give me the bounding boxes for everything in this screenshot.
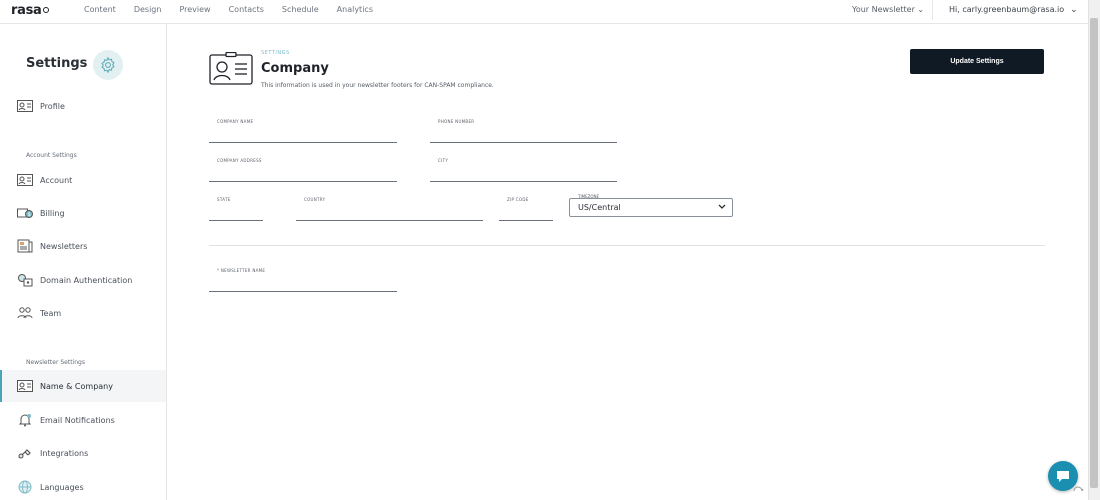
page-title: Company <box>261 61 329 76</box>
sidebar-item-profile[interactable]: Profile <box>0 90 166 122</box>
newsletter-name-field: * NEWSLETTER NAME <box>209 268 397 292</box>
id-card-icon <box>17 99 33 113</box>
city-field: CITY <box>430 158 617 182</box>
top-nav: Content Design Preview Contacts Schedule… <box>84 0 391 20</box>
state-input[interactable] <box>209 197 263 220</box>
globe-icon <box>17 480 33 494</box>
nav-preview[interactable]: Preview <box>179 1 210 19</box>
company-name-input[interactable] <box>209 119 397 142</box>
sidebar-title: Settings <box>26 56 88 71</box>
sidebar-item-label: Billing <box>40 208 65 218</box>
id-card-icon <box>17 379 33 393</box>
zip-code-field: ZIP CODE <box>499 197 553 221</box>
chevron-down-icon <box>718 203 726 212</box>
sidebar-item-label: Team <box>40 308 62 318</box>
sidebar-item-name-company[interactable]: Name & Company <box>0 370 166 402</box>
team-icon <box>17 306 33 320</box>
newsletter-name-input[interactable] <box>209 268 397 291</box>
sidebar-item-integrations[interactable]: Integrations <box>0 437 166 469</box>
sidebar-item-label: Email Notifications <box>40 415 115 425</box>
nav-contacts[interactable]: Contacts <box>229 1 264 19</box>
sidebar-item-billing[interactable]: $ Billing <box>0 197 166 229</box>
phone-number-field: PHONE NUMBER <box>430 119 617 143</box>
billing-icon: $ <box>17 206 33 220</box>
sidebar-item-languages[interactable]: Languages <box>0 471 166 500</box>
id-card-icon <box>17 173 33 187</box>
user-greeting: Hi, carly.greenbaum@rasa.io <box>949 5 1065 14</box>
timezone-select[interactable]: US/Central <box>569 198 733 217</box>
settings-sidebar: Settings Profile Account Settings Accoun… <box>0 24 167 500</box>
company-address-field: COMPANY ADDRESS <box>209 158 397 182</box>
sidebar-item-domain-authentication[interactable]: Domain Authentication <box>0 264 166 296</box>
top-bar: rasa Content Design Preview Contacts Sch… <box>0 0 1088 24</box>
notification-bell-icon <box>17 413 33 427</box>
sidebar-item-label: Domain Authentication <box>40 275 133 285</box>
nav-design[interactable]: Design <box>134 1 162 19</box>
sidebar-item-team[interactable]: Team <box>0 297 166 329</box>
nav-content[interactable]: Content <box>84 1 116 19</box>
rasa-logo[interactable]: rasa <box>11 3 49 18</box>
sidebar-item-label: Languages <box>40 482 84 492</box>
newsletter-icon <box>17 239 33 253</box>
nav-analytics[interactable]: Analytics <box>337 1 373 19</box>
phone-number-input[interactable] <box>430 119 617 142</box>
domain-auth-icon <box>17 273 33 287</box>
svg-text:$: $ <box>28 212 31 218</box>
gear-icon <box>93 50 123 80</box>
header-divider <box>932 0 933 20</box>
country-input[interactable] <box>296 197 483 220</box>
newsletter-selector[interactable]: Your Newsletter ⌄ <box>852 5 924 14</box>
country-field: COUNTRY <box>296 197 483 221</box>
page-description: This information is used in your newslet… <box>261 82 494 89</box>
state-field: STATE <box>209 197 263 221</box>
chevron-down-icon: ⌄ <box>1070 5 1078 15</box>
sidebar-item-label: Account <box>40 175 73 185</box>
city-input[interactable] <box>430 158 617 181</box>
company-address-input[interactable] <box>209 158 397 181</box>
user-menu[interactable]: Hi, carly.greenbaum@rasa.io ⌄ <box>949 5 1078 15</box>
timezone-value: US/Central <box>578 203 621 212</box>
integrations-icon <box>17 446 33 460</box>
update-settings-button[interactable]: Update Settings <box>910 49 1044 74</box>
scrollbar-thumb[interactable] <box>1090 18 1098 488</box>
page-kicker: SETTINGS <box>261 50 290 56</box>
sidebar-item-label: Profile <box>40 101 65 111</box>
zip-code-input[interactable] <box>499 197 553 220</box>
sidebar-item-label: Newsletters <box>40 241 88 251</box>
nav-schedule[interactable]: Schedule <box>282 1 319 19</box>
sidebar-item-label: Integrations <box>40 448 89 458</box>
section-divider <box>209 245 1045 246</box>
company-name-field: COMPANY NAME <box>209 119 397 143</box>
company-card-icon <box>209 51 253 86</box>
sidebar-item-newsletters[interactable]: Newsletters <box>0 230 166 262</box>
section-newsletter-settings: Newsletter Settings <box>26 359 85 366</box>
sidebar-item-account[interactable]: Account <box>0 164 166 196</box>
section-account-settings: Account Settings <box>26 152 77 159</box>
sidebar-item-email-notifications[interactable]: Email Notifications <box>0 404 166 436</box>
recaptcha-badge <box>1072 486 1084 498</box>
sidebar-item-label: Name & Company <box>40 381 113 391</box>
